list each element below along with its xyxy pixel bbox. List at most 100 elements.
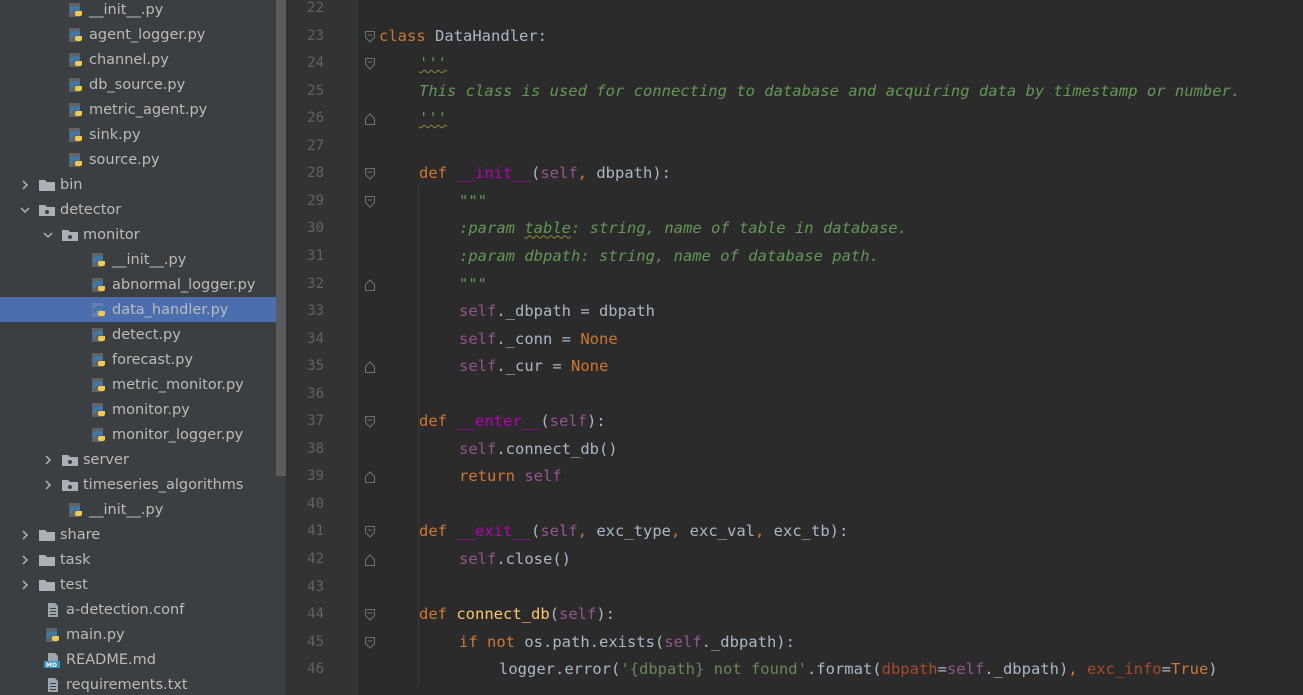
code-line[interactable]: def __enter__(self):: [419, 411, 606, 431]
chevron-right-icon[interactable]: [18, 528, 32, 542]
chevron-right-icon[interactable]: [18, 578, 32, 592]
fold-marker-icon[interactable]: [364, 635, 376, 649]
tree-file-row[interactable]: agent_logger.py: [0, 22, 288, 47]
fold-marker-icon[interactable]: [364, 166, 376, 181]
code-line[interactable]: self.close(): [459, 549, 571, 569]
code-line[interactable]: if not os.path.exists(self._dbpath):: [459, 632, 795, 652]
tree-file-row[interactable]: main.py: [0, 622, 288, 647]
line-number: 26: [307, 110, 324, 127]
tree-file-row[interactable]: __init__.py: [0, 247, 288, 272]
tree-folder-row[interactable]: test: [0, 572, 288, 597]
tree-file-row[interactable]: requirements.txt: [0, 672, 288, 695]
code-token: self: [540, 164, 578, 183]
fold-end-icon[interactable]: [364, 359, 376, 374]
tree-file-row[interactable]: __init__.py: [0, 0, 288, 22]
chevron-down-icon[interactable]: [18, 203, 32, 217]
fold-end-icon[interactable]: [364, 277, 376, 291]
chevron-right-icon[interactable]: [41, 478, 55, 492]
code-token: if not: [459, 632, 525, 651]
python-file-icon: [90, 276, 108, 294]
code-line[interactable]: class DataHandler:: [379, 26, 547, 46]
code-line[interactable]: :param dbpath: string, name of database …: [459, 246, 879, 266]
fold-end-icon[interactable]: [364, 111, 376, 126]
tree-file-row[interactable]: metric_monitor.py: [0, 372, 288, 397]
folder-icon: [38, 576, 56, 594]
tree-folder-row[interactable]: share: [0, 522, 288, 547]
fold-end-icon[interactable]: [364, 469, 376, 484]
chevron-right-icon[interactable]: [18, 178, 32, 192]
fold-end-icon[interactable]: [364, 552, 376, 566]
code-token: def: [419, 164, 457, 183]
line-number: 22: [307, 0, 324, 16]
code-token: :param dbpath: string, name of database …: [459, 246, 879, 265]
tree-file-row[interactable]: monitor.py: [0, 397, 288, 422]
fold-marker-icon[interactable]: [364, 524, 376, 539]
tree-item-label: metric_monitor.py: [112, 376, 244, 393]
code-token: ''': [419, 54, 447, 73]
fold-marker-icon[interactable]: [364, 607, 376, 621]
tree-file-row[interactable]: a-detection.conf: [0, 597, 288, 622]
tree-file-row[interactable]: MD README.md: [0, 647, 288, 672]
python-file-icon: [90, 351, 108, 369]
code-line[interactable]: logger.error('{dbpath} not found'.format…: [499, 659, 1218, 679]
code-token: self: [946, 660, 985, 679]
fold-marker-icon[interactable]: [364, 56, 376, 70]
code-line[interactable]: ''': [419, 108, 447, 128]
code-editor[interactable]: 22 23 class DataHandler: 24 ''' 25 This class …: [288, 0, 1303, 695]
tree-folder-row[interactable]: timeseries_algorithms: [0, 472, 288, 497]
tree-folder-row[interactable]: bin: [0, 172, 288, 197]
tree-file-row[interactable]: sink.py: [0, 122, 288, 147]
python-file-icon: [67, 151, 85, 169]
code-token: (: [549, 605, 559, 624]
tree-folder-row[interactable]: detector: [0, 197, 288, 222]
code-line[interactable]: self._cur = None: [459, 356, 608, 376]
python-file-icon: [67, 1, 85, 19]
code-token: ,: [754, 522, 774, 541]
fold-marker-icon[interactable]: [364, 414, 376, 428]
code-line[interactable]: self._conn = None: [459, 329, 618, 349]
tree-item-label: data_handler.py: [112, 301, 229, 318]
fold-marker-icon[interactable]: [364, 194, 376, 208]
folder-icon: [38, 176, 56, 194]
tree-file-row[interactable]: monitor_logger.py: [0, 422, 288, 447]
tree-folder-row[interactable]: monitor: [0, 222, 288, 247]
code-line[interactable]: """: [459, 274, 487, 294]
code-token: ''': [419, 109, 447, 128]
fold-marker-icon[interactable]: [364, 29, 376, 43]
code-line[interactable]: def __exit__(self, exc_type, exc_val, ex…: [419, 521, 848, 541]
code-line[interactable]: def connect_db(self):: [419, 604, 615, 624]
code-line[interactable]: :param table: string, name of table in d…: [459, 218, 907, 238]
tree-file-row[interactable]: forecast.py: [0, 347, 288, 372]
code-line[interactable]: def __init__(self, dbpath):: [419, 163, 671, 183]
code-line[interactable]: """: [459, 191, 487, 211]
project-tree-scrollbar[interactable]: [276, 0, 286, 476]
code-line[interactable]: ''': [419, 53, 447, 73]
python-file-icon: [67, 26, 85, 44]
tree-file-row[interactable]: data_handler.py: [0, 297, 288, 322]
tree-file-row[interactable]: metric_agent.py: [0, 97, 288, 122]
code-line[interactable]: return self: [459, 466, 562, 486]
line-number: 39: [307, 468, 324, 485]
code-line[interactable]: self.connect_db(): [459, 439, 618, 459]
tree-file-row[interactable]: detect.py: [0, 322, 288, 347]
tree-folder-row[interactable]: task: [0, 547, 288, 572]
tree-file-row[interactable]: db_source.py: [0, 72, 288, 97]
code-token: """: [459, 274, 487, 293]
line-number: 40: [307, 495, 324, 512]
code-token: None: [580, 329, 618, 348]
tree-file-row[interactable]: abnormal_logger.py: [0, 272, 288, 297]
chevron-down-icon[interactable]: [41, 228, 55, 242]
chevron-right-icon[interactable]: [41, 453, 55, 467]
code-token: exc_type: [596, 522, 671, 541]
chevron-right-icon[interactable]: [18, 553, 32, 567]
tree-item-label: channel.py: [89, 51, 169, 68]
tree-file-row[interactable]: __init__.py: [0, 497, 288, 522]
tree-file-row[interactable]: source.py: [0, 147, 288, 172]
tree-file-row[interactable]: channel.py: [0, 47, 288, 72]
code-line[interactable]: self._dbpath = dbpath: [459, 301, 655, 321]
code-line[interactable]: This class is used for connecting to dat…: [419, 81, 1240, 101]
tree-item-label: bin: [60, 176, 83, 193]
code-token: .close(): [496, 550, 571, 568]
tree-item-label: task: [60, 551, 91, 568]
tree-folder-row[interactable]: server: [0, 447, 288, 472]
